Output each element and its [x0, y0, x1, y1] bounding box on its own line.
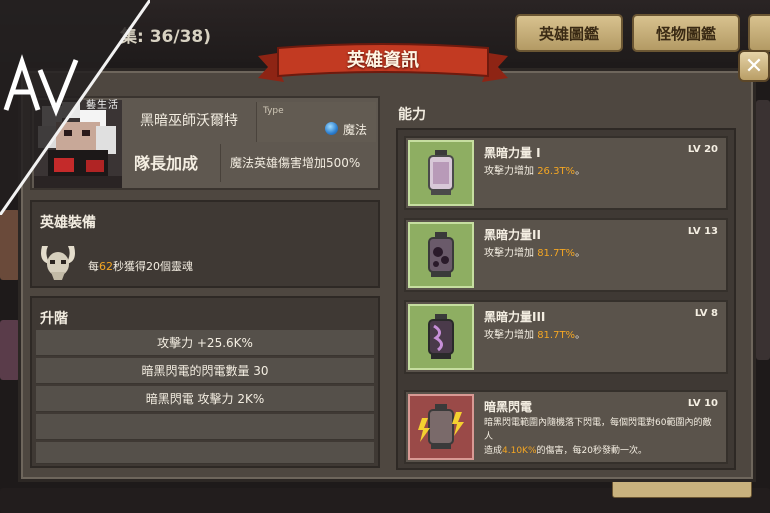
- ability-name: 黑暗力量III: [484, 310, 546, 324]
- ability-desc-prefix: 攻擊力增加: [484, 248, 538, 259]
- ability-desc: 攻擊力增加 81.7T%。: [484, 326, 585, 341]
- ability-card[interactable]: 黑暗力量 I LV 20 攻擊力增加 26.3T%。: [404, 136, 728, 210]
- ability-desc-prefix: 造成: [484, 446, 503, 456]
- ascension-section: 升階 攻擊力 +25.6K% 暗黑閃電的閃電數量 30 暗黑閃電 攻擊力 2K%: [30, 296, 380, 468]
- ascension-stat-row-empty: [36, 442, 374, 464]
- ability-desc-prefix: 攻擊力增加: [484, 166, 538, 177]
- leader-bonus-desc: 魔法英雄傷害增加500%: [230, 156, 361, 170]
- tab-hero-collection[interactable]: 英雄圖鑑: [515, 14, 623, 52]
- hero-card: 黑暗巫師沃爾特 Type 魔法 隊長加成 魔法英雄傷害增加500%: [30, 96, 380, 190]
- ascension-title: 升階: [40, 311, 68, 327]
- background-hero-sprite: [0, 320, 20, 380]
- leader-divider: [220, 144, 221, 182]
- ability-card[interactable]: 黑暗力量III LV 8 攻擊力增加 81.7T%。: [404, 300, 728, 374]
- tab-extra[interactable]: [748, 14, 770, 52]
- type-value: 魔法: [343, 123, 368, 137]
- hero-name: 黑暗巫師沃爾特: [140, 113, 238, 129]
- ability-level: LV 13: [687, 226, 718, 237]
- ability-level: LV 20: [687, 144, 718, 155]
- dark-lantern-icon: [408, 140, 474, 206]
- ability-desc-line: 暗黑閃電範圍內隨機落下閃電，每個閃電對60範圍內的敵人: [484, 418, 712, 442]
- dark-lantern-icon: [408, 222, 474, 288]
- background-hero-sprite: [0, 210, 20, 280]
- ascension-stat-row: 攻擊力 +25.6K%: [36, 330, 374, 356]
- dialog-title: 英雄資訊: [347, 50, 419, 71]
- equipment-desc-value: 62: [99, 260, 113, 273]
- ability-card[interactable]: 黑暗力量II LV 13 攻擊力增加 81.7T%。: [404, 218, 728, 292]
- hero-portrait: [34, 100, 122, 188]
- ability-name: 暗黑閃電: [484, 400, 533, 414]
- magic-orb-icon: [325, 122, 338, 135]
- ability-desc-suffix: 。: [575, 166, 586, 177]
- ascension-stat-row: 暗黑閃電的閃電數量 30: [36, 358, 374, 384]
- ability-level: LV 10: [687, 398, 718, 409]
- equipment-desc: 每62秒獲得20個靈魂: [88, 258, 193, 274]
- abilities-title: 能力: [398, 107, 426, 123]
- ability-desc-suffix: 的傷害，每20秒發動一次。: [536, 446, 647, 456]
- collection-counter: 集: 36/38): [120, 27, 212, 47]
- ability-desc-line: 造成4.10K%的傷害，每20秒發動一次。: [484, 444, 720, 458]
- type-label: Type: [263, 106, 284, 116]
- tab-monster-collection[interactable]: 怪物圖鑑: [632, 14, 740, 52]
- equipment-desc-prefix: 每: [88, 260, 99, 273]
- ascension-stat-row-empty: [36, 414, 374, 440]
- equipment-desc-suffix: 秒獲得20個靈魂: [113, 260, 193, 273]
- horned-skull-icon[interactable]: [38, 240, 78, 282]
- ability-desc: 攻擊力增加 26.3T%。: [484, 162, 585, 177]
- ability-desc-value: 26.3T%: [537, 166, 576, 177]
- ability-desc: 暗黑閃電範圍內隨機落下閃電，每個閃電對60範圍內的敵人 造成4.10K%的傷害，…: [484, 416, 720, 458]
- ability-desc-prefix: 攻擊力增加: [484, 330, 538, 341]
- ability-name: 黑暗力量 I: [484, 146, 541, 160]
- dark-wizard-portrait-icon: [34, 100, 122, 188]
- ability-desc-suffix: 。: [575, 330, 586, 341]
- ability-desc-value: 4.10K%: [502, 446, 537, 456]
- ability-desc-value: 81.7T%: [537, 248, 576, 259]
- close-button[interactable]: ✕: [738, 50, 770, 82]
- ability-desc-value: 81.7T%: [537, 330, 576, 341]
- close-icon: ✕: [744, 53, 764, 79]
- ascension-stat-row: 暗黑閃電 攻擊力 2K%: [36, 386, 374, 412]
- hero-type-box: Type 魔法: [256, 102, 376, 142]
- hero-equipment-section: 英雄裝備 每62秒獲得20個靈魂: [30, 200, 380, 288]
- dark-lantern-icon: [408, 304, 474, 370]
- leader-bonus-title: 隊長加成: [134, 154, 199, 173]
- ability-card[interactable]: 暗黑閃電 LV 10 暗黑閃電範圍內隨機落下閃電，每個閃電對60範圍內的敵人 造…: [404, 390, 728, 464]
- lightning-lantern-icon: [408, 394, 474, 460]
- ability-level: LV 8: [694, 308, 718, 319]
- background-hero-sprite: [756, 100, 770, 360]
- ability-desc: 攻擊力增加 81.7T%。: [484, 244, 585, 259]
- equipment-title: 英雄裝備: [40, 215, 96, 231]
- ability-desc-suffix: 。: [575, 248, 586, 259]
- ability-name: 黑暗力量II: [484, 228, 541, 242]
- watermark-text: 藝生活: [86, 100, 119, 111]
